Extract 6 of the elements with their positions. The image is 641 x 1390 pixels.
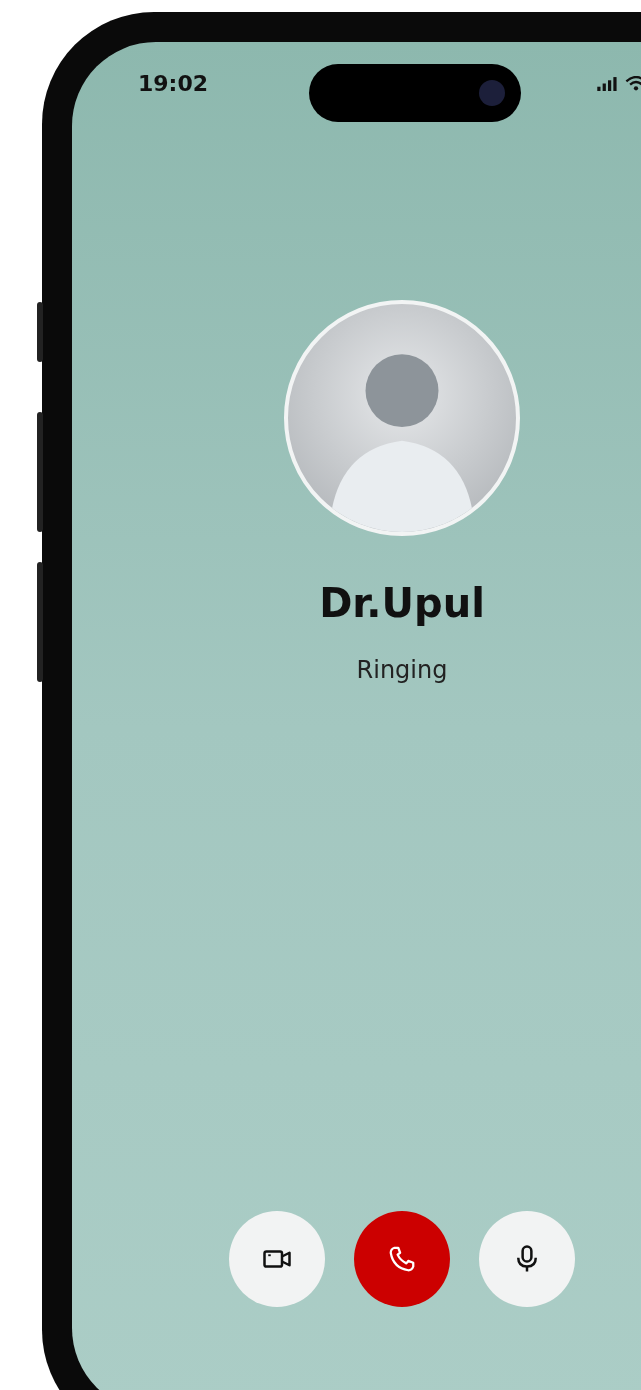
wifi-icon <box>625 75 641 91</box>
signal-icon <box>597 75 619 91</box>
caller-name: Dr.Upul <box>319 580 485 626</box>
status-time: 19:02 <box>138 70 210 96</box>
call-status: Ringing <box>356 656 448 684</box>
phone-icon <box>387 1244 417 1274</box>
